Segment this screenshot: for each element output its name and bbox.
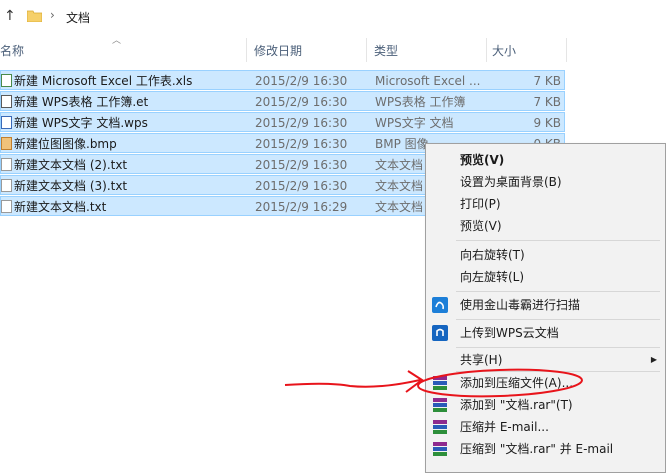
breadcrumb-separator: › [50,8,55,22]
file-date: 2015/2/9 16:30 [255,116,348,130]
text-file-icon [1,158,12,171]
table-row[interactable]: 新建 Microsoft Excel 工作表.xls 2015/2/9 16:3… [0,70,565,90]
file-date: 2015/2/9 16:30 [255,74,348,88]
column-header-type[interactable]: 类型 [374,40,398,62]
file-size: 7 KB [533,74,561,88]
column-divider[interactable] [246,38,247,62]
table-row[interactable]: 新建 WPS表格 工作簿.et 2015/2/9 16:30 WPS表格 工作簿… [0,91,565,111]
menu-item-print[interactable]: 打印(P) [460,196,501,212]
file-date: 2015/2/9 16:30 [255,158,348,172]
menu-item-upload-wps-cloud[interactable]: 上传到WPS云文档 [460,325,559,341]
submenu-arrow-icon: ▶ [650,355,657,364]
column-header-size[interactable]: 大小 [492,40,516,62]
column-divider[interactable] [566,38,567,62]
menu-separator [456,347,660,348]
up-arrow-icon[interactable]: ↑ [4,8,16,24]
column-divider[interactable] [486,38,487,62]
file-type: Microsoft Excel ... [375,74,481,88]
menu-item-compress-email[interactable]: 压缩并 E-mail... [460,419,549,435]
menu-item-preview-bold[interactable]: 预览(V) [460,152,504,168]
menu-separator [456,291,660,292]
column-header-name[interactable]: 名称 [0,40,24,62]
menu-item-add-to-rar[interactable]: 添加到 "文档.rar"(T) [460,397,573,413]
file-date: 2015/2/9 16:30 [255,95,348,109]
winrar-icon [433,398,447,412]
wps-doc-file-icon [1,116,12,129]
context-menu: 预览(V) 设置为桌面背景(B) 打印(P) 预览(V) 向右旋转(T) 向左旋… [425,143,666,473]
file-name: 新建文本文档.txt [14,200,107,214]
file-type: WPS表格 工作簿 [375,95,466,109]
file-name: 新建 Microsoft Excel 工作表.xls [14,74,193,88]
file-name: 新建 WPS文字 文档.wps [14,116,148,130]
excel-file-icon [1,74,12,87]
column-divider[interactable] [366,38,367,62]
winrar-icon [433,442,447,456]
table-row[interactable]: 新建 WPS文字 文档.wps 2015/2/9 16:30 WPS文字 文档 … [0,112,565,132]
folder-icon [27,10,42,22]
wps-cloud-icon [432,325,448,341]
file-size: 7 KB [533,95,561,109]
file-date: 2015/2/9 16:30 [255,137,348,151]
menu-separator [456,240,660,241]
breadcrumb-documents[interactable]: 文档 [66,9,90,26]
text-file-icon [1,200,12,213]
file-date: 2015/2/9 16:30 [255,179,348,193]
text-file-icon [1,179,12,192]
file-date: 2015/2/9 16:29 [255,200,348,214]
menu-item-preview[interactable]: 预览(V) [460,218,502,234]
file-size: 9 KB [533,116,561,130]
file-name: 新建文本文档 (2).txt [14,158,128,172]
annotation-arrow-icon [284,379,421,388]
address-bar: ↑ › 文档 [0,0,666,34]
menu-item-add-to-archive[interactable]: 添加到压缩文件(A)... [460,375,573,391]
sort-caret-icon: ︿ [112,36,122,46]
column-header-date[interactable]: 修改日期 [254,40,302,62]
menu-item-rotate-right[interactable]: 向右旋转(T) [460,247,525,263]
menu-separator [456,319,660,320]
bitmap-file-icon [1,137,12,150]
file-name: 新建文本文档 (3).txt [14,179,128,193]
kingsoft-antivirus-icon [432,297,448,313]
winrar-icon [433,420,447,434]
file-name: 新建位图图像.bmp [14,137,117,151]
winrar-icon [433,376,447,390]
menu-item-set-wallpaper[interactable]: 设置为桌面背景(B) [460,174,562,190]
menu-item-kingsoft-scan[interactable]: 使用金山毒霸进行扫描 [460,297,580,313]
menu-item-compress-rar-email[interactable]: 压缩到 "文档.rar" 并 E-mail [460,441,613,457]
menu-item-share[interactable]: 共享(H) [460,352,502,368]
menu-item-rotate-left[interactable]: 向左旋转(L) [460,269,524,285]
file-name: 新建 WPS表格 工作簿.et [14,95,149,109]
menu-separator [456,371,660,372]
file-type: WPS文字 文档 [375,116,454,130]
wps-sheet-file-icon [1,95,12,108]
